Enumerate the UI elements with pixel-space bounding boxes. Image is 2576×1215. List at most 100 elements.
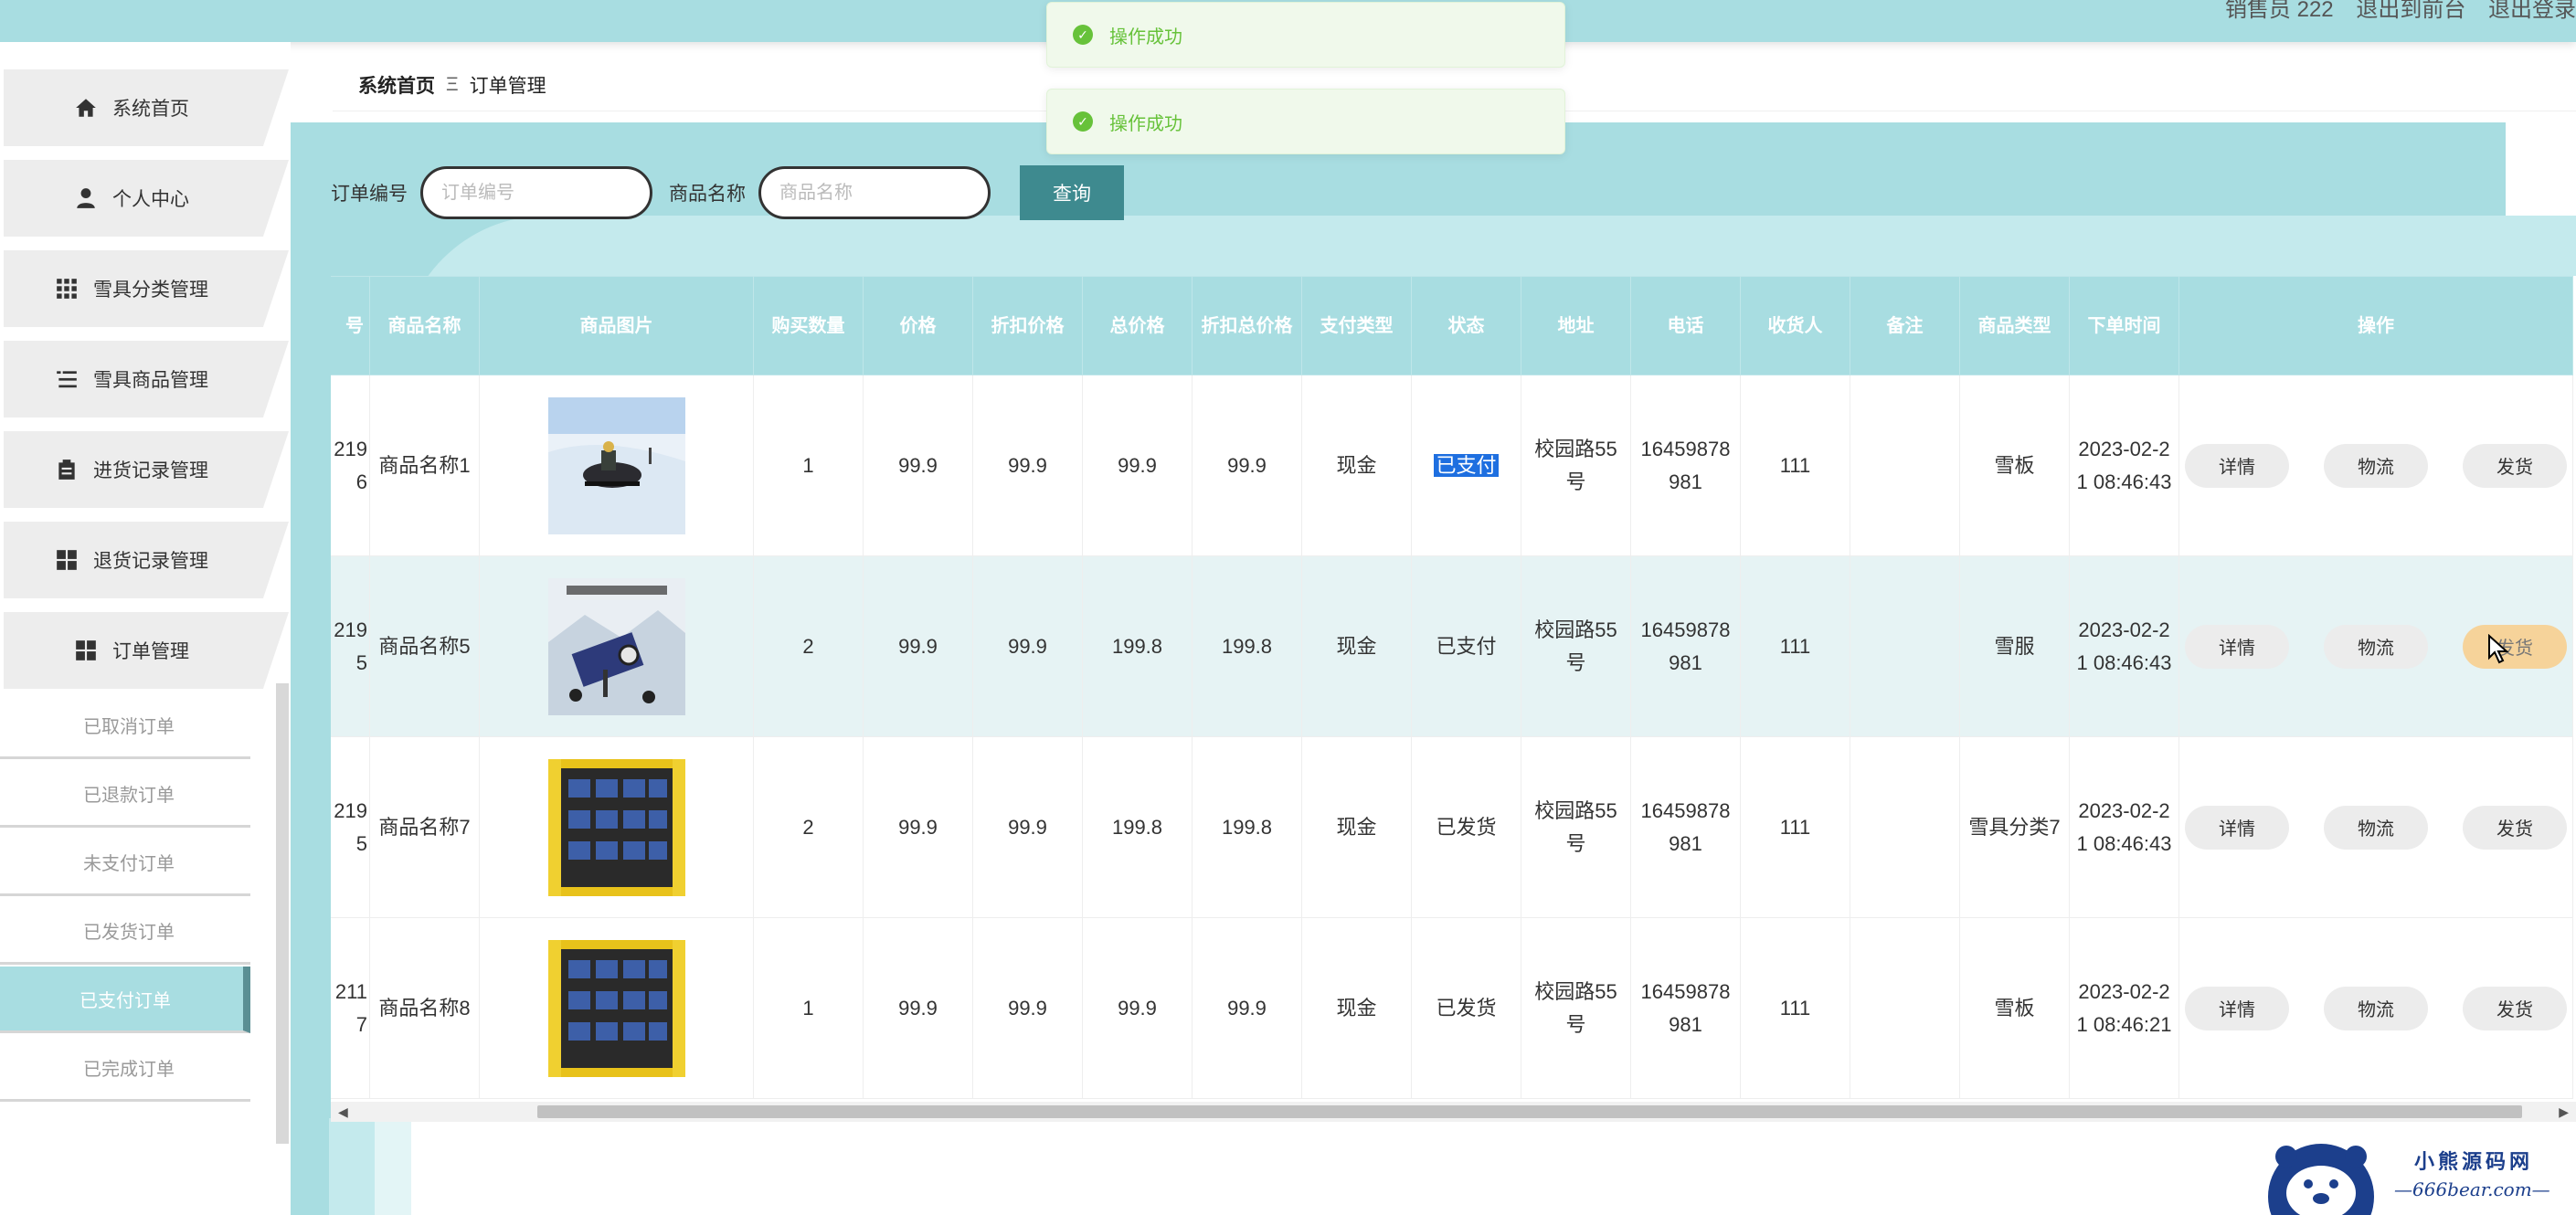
detail-button[interactable]: 详情 xyxy=(2185,805,2289,850)
col-header: 电话 xyxy=(1630,276,1741,375)
col-header: 商品类型 xyxy=(1959,276,2070,375)
cell-no: 2117 xyxy=(331,917,370,1099)
detail-button[interactable]: 详情 xyxy=(2185,443,2289,488)
scroll-right-icon[interactable]: ▶ xyxy=(2559,1102,2569,1122)
sidebar: 系统首页 个人中心 雪具分类管理 雪具商品管理 进货记录管理 退货记录管理 订单… xyxy=(0,42,291,1215)
ship-button[interactable]: 发货 xyxy=(2463,986,2567,1030)
cell-status: 已支付 xyxy=(1411,555,1521,737)
col-header: 商品名称 xyxy=(369,276,480,375)
cell-image xyxy=(479,917,754,1099)
cell-receiver: 111 xyxy=(1740,375,1850,556)
search-bar: 订单编号 商品名称 查询 xyxy=(331,164,1124,221)
sub-item-unpaid[interactable]: 未支付订单 xyxy=(0,829,250,896)
order-no-input[interactable] xyxy=(420,166,652,219)
cell-actions: 详情 物流 发货 xyxy=(2178,917,2573,1099)
detail-button[interactable]: 详情 xyxy=(2185,624,2289,669)
table-row: 2195 商品名称7 2 99.9 99.9 199.8 199.8 现金 已发… xyxy=(331,736,2573,918)
logistics-button[interactable]: 物流 xyxy=(2324,805,2428,850)
sidebar-item-orders[interactable]: 订单管理 xyxy=(4,612,289,689)
cell-qty: 1 xyxy=(753,917,864,1099)
cell-type: 雪板 xyxy=(1959,917,2070,1099)
header-user-area: 销售员 222 退出到前台 退出登录 xyxy=(2209,0,2576,23)
cell-discount-price: 99.9 xyxy=(972,555,1083,737)
logistics-button[interactable]: 物流 xyxy=(2324,986,2428,1030)
sub-item-cancelled[interactable]: 已取消订单 xyxy=(0,692,250,759)
sidebar-item-purchase[interactable]: 进货记录管理 xyxy=(4,431,289,508)
cell-qty: 2 xyxy=(753,555,864,737)
col-header: 备注 xyxy=(1850,276,1960,375)
cell-discount-total: 99.9 xyxy=(1192,375,1302,556)
sidebar-scrollbar[interactable] xyxy=(276,683,289,1144)
sub-item-shipped[interactable]: 已发货订单 xyxy=(0,898,250,965)
cell-discount-total: 199.8 xyxy=(1192,736,1302,918)
cell-discount-total: 99.9 xyxy=(1192,917,1302,1099)
ship-button[interactable]: 发货 xyxy=(2463,805,2567,850)
product-name-input[interactable] xyxy=(758,166,991,219)
ski-boots-photo xyxy=(547,939,685,1077)
order-no-label: 订单编号 xyxy=(331,184,408,205)
logout-link[interactable]: 退出登录 xyxy=(2488,0,2576,22)
sidebar-item-label: 个人中心 xyxy=(112,189,189,210)
decorative-stripe xyxy=(375,1118,411,1215)
cell-total: 99.9 xyxy=(1082,375,1193,556)
orders-table-container: 号 商品名称 商品图片 购买数量 价格 折扣价格 总价格 折扣总价格 支付类型 … xyxy=(331,276,2576,1120)
cell-qty: 1 xyxy=(753,375,864,556)
sidebar-item-home[interactable]: 系统首页 xyxy=(4,69,289,146)
cell-type: 雪服 xyxy=(1959,555,2070,737)
scrollbar-thumb[interactable] xyxy=(537,1105,2522,1118)
table-row: 2196 商品名称1 1 99.9 99.9 99.9 99.9 现金 已支付 … xyxy=(331,375,2573,556)
grid-icon xyxy=(57,279,77,299)
watermark-title: 小熊源码网 xyxy=(2414,1150,2534,1174)
cell-no: 2196 xyxy=(331,375,370,556)
scroll-left-icon[interactable]: ◀ xyxy=(338,1102,348,1122)
sidebar-item-returns[interactable]: 退货记录管理 xyxy=(4,522,289,598)
col-header: 号 xyxy=(331,276,370,375)
cell-note xyxy=(1850,375,1960,556)
decorative-stripe xyxy=(411,1118,446,1215)
detail-button[interactable]: 详情 xyxy=(2185,986,2289,1030)
col-header: 价格 xyxy=(863,276,973,375)
toast-text: 操作成功 xyxy=(1109,26,1182,48)
cell-time: 2023-02-21 08:46:21 xyxy=(2069,917,2179,1099)
sidebar-item-label: 进货记录管理 xyxy=(93,460,208,481)
query-button[interactable]: 查询 xyxy=(1020,165,1124,220)
cell-actions: 详情 物流 发货 xyxy=(2178,736,2573,918)
decorative-stripe xyxy=(329,1118,375,1215)
breadcrumb-current: 订单管理 xyxy=(469,75,546,97)
ski-boots-photo xyxy=(547,758,685,896)
cell-status: 已支付 xyxy=(1411,375,1521,556)
sub-item-refunded[interactable]: 已退款订单 xyxy=(0,761,250,828)
logistics-button[interactable]: 物流 xyxy=(2324,624,2428,669)
user-icon xyxy=(77,188,95,208)
table-row: 2195 商品名称5 2 99.9 99.9 199.8 199.8 现金 已支… xyxy=(331,555,2573,737)
snow-machine-photo xyxy=(547,577,685,715)
sidebar-item-label: 雪具商品管理 xyxy=(93,370,208,391)
breadcrumb-home[interactable]: 系统首页 xyxy=(358,71,435,99)
sub-item-paid[interactable]: 已支付订单 xyxy=(0,967,250,1033)
sidebar-item-category[interactable]: 雪具分类管理 xyxy=(4,250,289,327)
ship-button[interactable]: 发货 xyxy=(2463,624,2567,669)
col-header: 折扣价格 xyxy=(972,276,1083,375)
cell-pay-type: 现金 xyxy=(1301,555,1412,737)
sidebar-item-profile[interactable]: 个人中心 xyxy=(4,160,289,237)
cell-actions: 详情 物流 发货 xyxy=(2178,375,2573,556)
table-horizontal-scrollbar[interactable]: ◀ ▶ xyxy=(331,1102,2576,1122)
table-header-row: 号 商品名称 商品图片 购买数量 价格 折扣价格 总价格 折扣总价格 支付类型 … xyxy=(331,276,2573,375)
cell-address: 校园路55号 xyxy=(1521,555,1631,737)
sub-item-completed[interactable]: 已完成订单 xyxy=(0,1035,250,1102)
logistics-button[interactable]: 物流 xyxy=(2324,443,2428,488)
sidebar-item-products[interactable]: 雪具商品管理 xyxy=(4,341,289,417)
cell-discount-price: 99.9 xyxy=(972,736,1083,918)
cell-total: 199.8 xyxy=(1082,555,1193,737)
cell-phone: 16459878981 xyxy=(1630,555,1741,737)
cell-discount-price: 99.9 xyxy=(972,375,1083,556)
ship-button[interactable]: 发货 xyxy=(2463,443,2567,488)
cell-time: 2023-02-21 08:46:43 xyxy=(2069,555,2179,737)
cell-price: 99.9 xyxy=(863,917,973,1099)
front-link[interactable]: 退出到前台 xyxy=(2356,0,2465,22)
cell-image xyxy=(479,555,754,737)
cell-price: 99.9 xyxy=(863,555,973,737)
cell-type: 雪板 xyxy=(1959,375,2070,556)
cell-type: 雪具分类7 xyxy=(1959,736,2070,918)
col-header: 总价格 xyxy=(1082,276,1193,375)
